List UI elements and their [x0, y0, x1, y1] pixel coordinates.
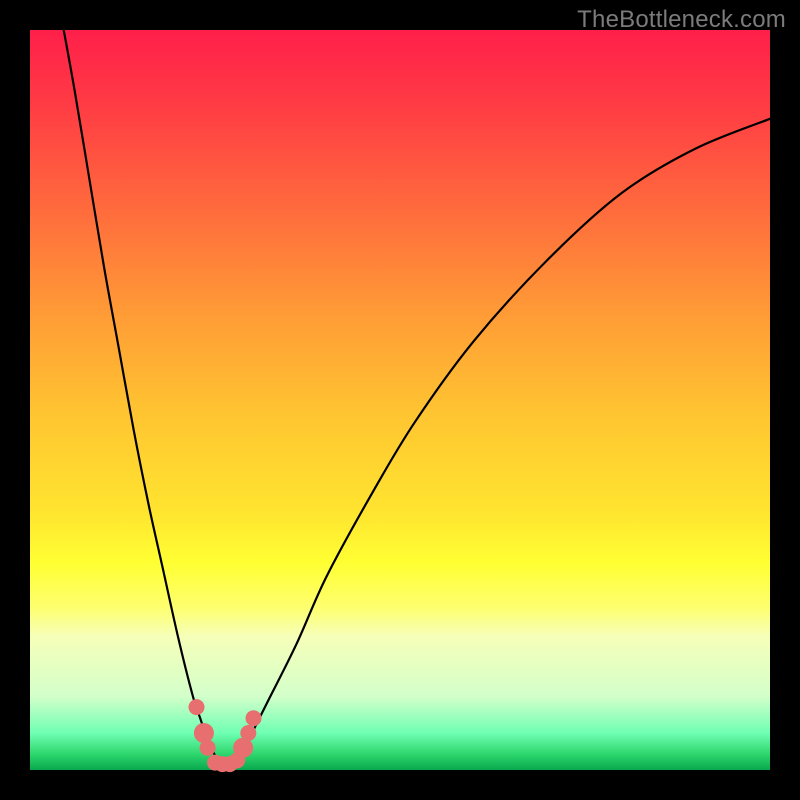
- curve-marker: [246, 710, 262, 726]
- plot-area: [30, 30, 770, 770]
- curve-marker: [200, 740, 216, 756]
- chart-frame: TheBottleneck.com: [0, 0, 800, 800]
- marker-group: [189, 699, 262, 772]
- curve-svg: [30, 30, 770, 770]
- curve-marker: [233, 738, 253, 758]
- curve-marker: [189, 699, 205, 715]
- curve-marker: [194, 723, 214, 743]
- curve-marker: [240, 725, 256, 741]
- bottleneck-curve-path: [60, 8, 770, 764]
